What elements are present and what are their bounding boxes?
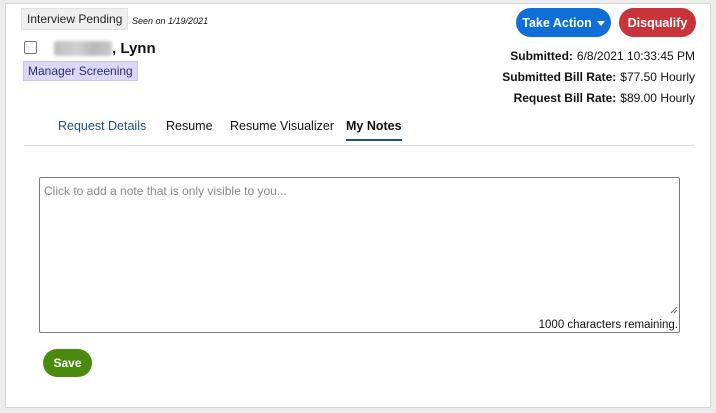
submitted-bill-rate-row: Submitted Bill Rate: $77.50 Hourly — [502, 67, 695, 88]
tab-my-notes[interactable]: My Notes — [346, 119, 402, 141]
caret-down-icon — [596, 20, 605, 26]
candidate-card: Interview Pending Seen on 1/19/2021 , Ly… — [5, 3, 711, 408]
notes-textarea[interactable] — [40, 178, 679, 314]
submitted-bill-rate-label: Submitted Bill Rate: — [502, 70, 617, 84]
character-count: 1000 characters remaining. — [538, 319, 678, 331]
request-bill-rate-row: Request Bill Rate: $89.00 Hourly — [502, 88, 695, 109]
request-bill-rate-value: $89.00 Hourly — [620, 91, 695, 105]
candidate-name: , Lynn — [54, 39, 156, 57]
save-button[interactable]: Save — [43, 349, 92, 377]
candidate-first-name: , Lynn — [112, 39, 156, 57]
tab-request-details[interactable]: Request Details — [58, 119, 146, 139]
disqualify-button[interactable]: Disqualify — [619, 8, 696, 37]
tab-bar: Request Details Resume Resume Visualizer… — [24, 114, 694, 146]
take-action-label: Take Action — [522, 15, 592, 30]
stage-tag: Manager Screening — [23, 61, 138, 81]
seen-date: Seen on 1/19/2021 — [132, 16, 209, 26]
request-bill-rate-label: Request Bill Rate: — [513, 91, 617, 105]
submitted-row: Submitted: 6/8/2021 10:33:45 PM — [502, 46, 695, 67]
submitted-label: Submitted: — [510, 49, 573, 63]
tab-resume[interactable]: Resume — [166, 119, 213, 139]
redacted-last-name — [54, 40, 112, 56]
select-candidate-checkbox[interactable] — [24, 41, 37, 54]
resize-handle-icon[interactable] — [670, 306, 678, 314]
submitted-value: 6/8/2021 10:33:45 PM — [576, 49, 695, 63]
submitted-bill-rate-value: $77.50 Hourly — [620, 70, 695, 84]
tab-resume-visualizer[interactable]: Resume Visualizer — [230, 119, 334, 139]
notes-container: 1000 characters remaining. — [39, 177, 680, 333]
submission-meta: Submitted: 6/8/2021 10:33:45 PM Submitted… — [502, 46, 695, 109]
status-tag: Interview Pending — [21, 8, 129, 30]
take-action-button[interactable]: Take Action — [516, 8, 611, 37]
